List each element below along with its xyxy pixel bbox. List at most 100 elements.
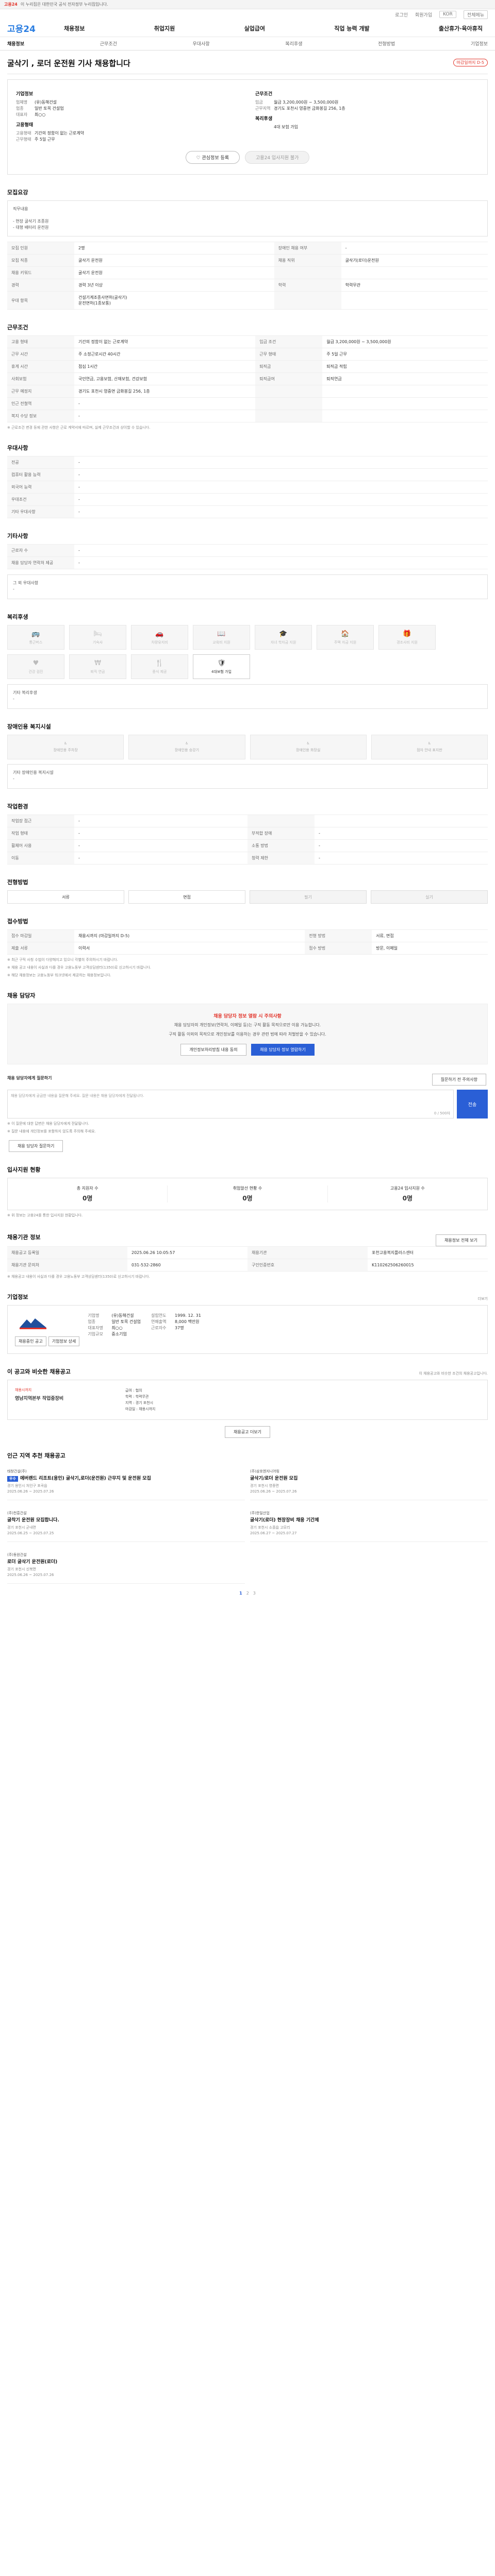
- table-value: [315, 815, 488, 827]
- company-key: 근로자수: [151, 1326, 167, 1330]
- table-value: -: [74, 410, 256, 422]
- apply-section: 접수방법 접수 마감일 채용시까지 (마감일까지 D-5) 전형 방법 서류, 면접 제…: [7, 917, 488, 978]
- company-more-link[interactable]: 더보기: [478, 1296, 488, 1301]
- summary-type-label: 고용형태: [16, 123, 34, 128]
- summary-company-label: 기업정보: [16, 92, 34, 97]
- gnb-item[interactable]: 채용정보: [64, 24, 85, 32]
- section-tab[interactable]: 우대사항: [193, 40, 210, 47]
- page-number[interactable]: 2: [246, 1591, 249, 1596]
- company-value: 일반 토목 건설업: [111, 1319, 141, 1324]
- gnb-item[interactable]: 취업지원: [154, 24, 175, 32]
- question-textarea[interactable]: 채용 담당자에게 궁금한 내용을 질문해 주세요. 질문 내용은 채용 담당자에…: [7, 1090, 454, 1118]
- disab-tile-label: 장애인용 승강기: [174, 748, 200, 752]
- table-value: -: [74, 839, 248, 852]
- job-card[interactable]: (주)천흥건설 굴착기 운전원 모집합니다. 경기 포천시 군내면 2025.06.2…: [7, 1505, 245, 1542]
- table-key: 전공: [7, 456, 74, 469]
- table-key: 경력: [7, 279, 74, 292]
- table-key: 청력 제한: [248, 852, 315, 865]
- company-value: 1999. 12. 31: [175, 1313, 201, 1318]
- stat-item: 취업알선 현황 수 0명: [168, 1185, 328, 1202]
- global-nav: 고용24 채용정보 취업지원 실업급여 직업 능력 개발 출산휴가·육아휴직: [0, 20, 495, 37]
- job-card[interactable]: (주)한일산업 굴삭기(로더) 현장장비 채용 기간제 경기 포천시 소흘읍 고모리…: [250, 1505, 488, 1542]
- job-card[interactable]: (주)삼호엔지니어링 굴삭기/로더 운전원 모집 경기 포천시 영중면 2025.06…: [250, 1464, 488, 1500]
- table-row: 작업장 접근 -: [7, 815, 488, 827]
- company-value: 8,000 백만원: [175, 1319, 200, 1324]
- disab-tile: ♿ 장애인용 승강기: [128, 735, 245, 759]
- summary-etc-label: 복리후생: [255, 116, 273, 122]
- table-row: 외국어 능력 -: [7, 481, 488, 494]
- stat-label: 취업알선 현황 수: [233, 1186, 262, 1191]
- section-tab[interactable]: 근무조건: [100, 40, 117, 47]
- job-card[interactable]: (주)동원건설 로더 굴삭기 운전원(로더) 경기 포천시 신북면 2025.06.2…: [7, 1547, 245, 1584]
- table-row: 모집 인원 2명 장애인 채용 여부 -: [7, 242, 488, 255]
- table-value: 2025.06.26 10:05:57: [127, 1246, 248, 1259]
- table-key: [248, 815, 315, 827]
- gnb-menu: 채용정보 취업지원 실업급여 직업 능력 개발 출산휴가·육아휴직: [59, 24, 488, 32]
- gnb-item[interactable]: 출산휴가·육아휴직: [439, 24, 483, 32]
- privacy-agree-button[interactable]: 개인정보처리방침 내용 동의: [180, 1044, 246, 1056]
- contact-section: 채용 담당자 채용 담당자 정보 열람 시 주의사항 채용 담당자의 개인정보(…: [7, 991, 488, 1152]
- proc-section: 전형방법 서류 면접 필기 실기: [7, 878, 488, 904]
- page-number[interactable]: 3: [253, 1591, 256, 1596]
- company-row: 기업규모 중소기업: [88, 1331, 141, 1337]
- table-key: 채용 직위: [274, 254, 341, 267]
- table-value: 주 소정근로시간 40시간: [74, 348, 256, 361]
- info-all-link[interactable]: 채용정보 전체 보기: [436, 1234, 486, 1246]
- rec-item[interactable]: 채용시까지 영남지역본부 작업중장비: [15, 1387, 118, 1412]
- table-value: -: [315, 827, 488, 840]
- table-value: [341, 266, 488, 279]
- view-contact-button[interactable]: 채용 담당자 정보 열람하기: [251, 1044, 315, 1056]
- summary-value: 주 5일 근무: [35, 137, 55, 142]
- cond-section: 근무조건 고용 형태 기간의 정함이 없는 근로계약 임금 조건 월급 3,200,0…: [7, 323, 488, 430]
- company-detail-button[interactable]: 기업정보 상세: [48, 1336, 80, 1346]
- company-jobs-button[interactable]: 채용중인 공고: [15, 1336, 46, 1346]
- rec-more-button[interactable]: 채용공고 더보기: [224, 1426, 271, 1438]
- section-tab[interactable]: 복리후생: [285, 40, 302, 47]
- gnb-item[interactable]: 실업급여: [244, 24, 265, 32]
- summary-key: 임금: [255, 100, 263, 105]
- question-notice-button[interactable]: 질문하기 전 주의사항: [432, 1074, 486, 1086]
- site-logo[interactable]: 고용24: [7, 22, 59, 35]
- house-icon: 🏠: [341, 630, 350, 638]
- stat-value: 0명: [242, 1195, 253, 1202]
- company-logo-icon: [20, 1318, 46, 1329]
- gov-banner-tag: 고용24: [4, 2, 18, 7]
- page-number[interactable]: 1: [239, 1591, 242, 1596]
- apply-button[interactable]: 고용24 입사지원 불가: [245, 151, 310, 164]
- job-card-title-row: 굴삭기(로더) 현장장비 채용 기간제: [250, 1518, 488, 1523]
- question-submit-button[interactable]: 채용 담당자 질문하기: [9, 1140, 63, 1152]
- section-tab[interactable]: 채용정보: [7, 40, 24, 47]
- login-link[interactable]: 로그인: [395, 11, 408, 18]
- accessibility-icon: ♿: [306, 741, 310, 745]
- accessibility-icon: ♿: [63, 741, 68, 745]
- table-key: 퇴직급여: [255, 372, 323, 385]
- contact-section-title: 채용 담당자: [7, 992, 36, 999]
- section-tab[interactable]: 전형방법: [378, 40, 395, 47]
- job-card-company: (주)삼호엔지니어링: [250, 1469, 279, 1473]
- company-key: 대표자명: [88, 1326, 103, 1330]
- etc-section-title: 기타사항: [7, 533, 28, 539]
- job-card[interactable]: 태창건설(주) 우수 에버랜드 리조트(용인) 굴삭기,로더(운전원) 근무지 및 …: [7, 1464, 245, 1500]
- table-key: 전형 방법: [305, 929, 372, 942]
- table-value: [322, 385, 488, 398]
- question-send-button[interactable]: 전송: [457, 1090, 488, 1118]
- table-value: 건설기계조종사면허(굴삭기) 운전면허(1종보통): [74, 291, 274, 310]
- table-value: 굴삭기 운전원: [74, 266, 274, 279]
- lang-select[interactable]: KOR: [439, 11, 456, 18]
- all-menu-button[interactable]: 전체메뉴: [463, 10, 488, 19]
- gnb-item[interactable]: 직업 능력 개발: [334, 24, 369, 32]
- table-value: -: [74, 468, 488, 481]
- table-value: -: [74, 505, 488, 518]
- money-icon: ₩: [94, 659, 101, 667]
- section-tab[interactable]: 기업정보: [471, 40, 488, 47]
- book-icon: 📖: [217, 630, 226, 638]
- table-key: 근무 시간: [7, 348, 74, 361]
- table-value: 점심 1시간: [74, 360, 256, 373]
- notice-text: ※ 질문 내용에 개인정보를 포함하지 않도록 주의해 주세요.: [7, 1129, 96, 1133]
- scrap-button[interactable]: ♡ 관심정보 등록: [185, 151, 240, 164]
- company-col: 기업명 (유)동해건설 업종 일반 토목 건설업 대표자명 최○○ 기업규모 중소기업: [88, 1313, 141, 1346]
- join-link[interactable]: 회원가입: [415, 11, 432, 18]
- summary-value: 월급 3,200,000원 ~ 3,500,000원: [274, 100, 339, 105]
- summary-row: 근무지역 경기도 포천시 영중면 금화봉길 256, 1층: [255, 106, 479, 112]
- welfare-tile: 🏠 주택 자금 지원: [317, 625, 374, 650]
